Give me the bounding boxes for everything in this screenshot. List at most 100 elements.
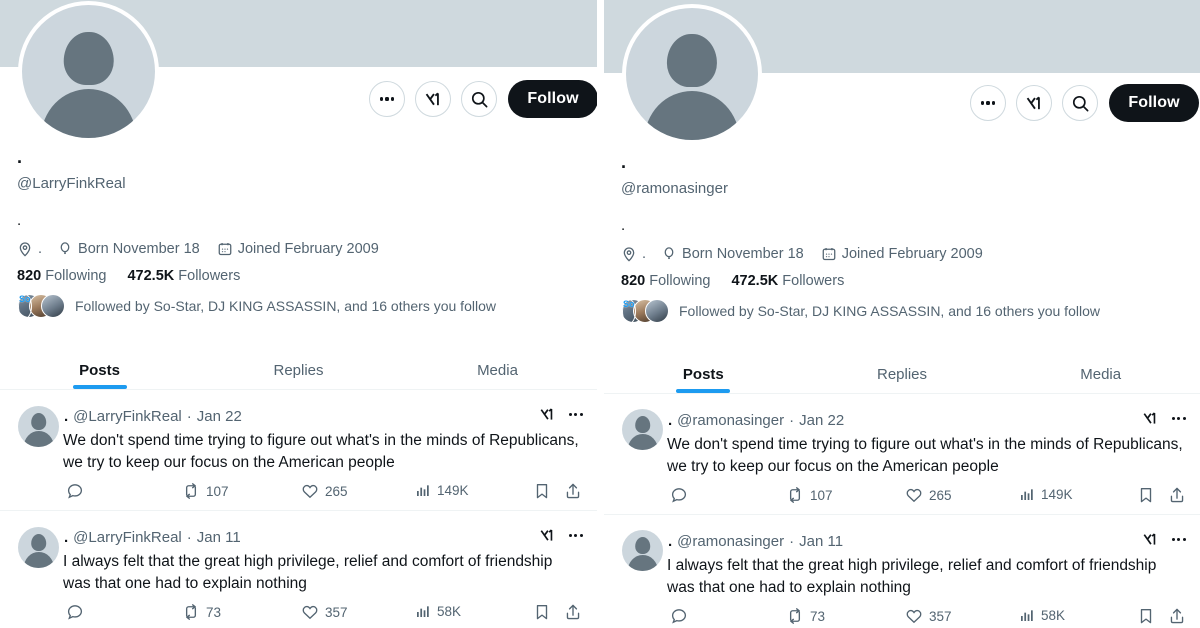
following-count-link[interactable]: 820 Following: [621, 273, 710, 289]
tweet-share-action[interactable]: [1168, 607, 1186, 625]
heart-icon: [906, 609, 922, 624]
profile-display-name: .: [621, 152, 627, 172]
follow-button[interactable]: Follow: [508, 80, 597, 118]
grok-x-icon[interactable]: [1142, 531, 1159, 548]
profile-handle: @LarryFinkReal: [17, 175, 126, 192]
tweet-author-handle[interactable]: @ramonasinger: [677, 533, 784, 550]
grok-x-icon[interactable]: [539, 527, 556, 544]
tweet-views-action[interactable]: 58K: [1019, 607, 1065, 623]
profile-panel-left: Follow . @LarryFinkReal . . Born Novembe…: [0, 0, 597, 628]
tweet-author-handle[interactable]: @ramonasinger: [677, 412, 784, 429]
tab-replies[interactable]: Replies: [803, 355, 1002, 393]
tweet-header-actions: [539, 527, 583, 544]
tweet-share-action[interactable]: [564, 603, 582, 621]
tweet-more-icon[interactable]: [568, 533, 583, 538]
tweet-separator: ·: [789, 533, 795, 550]
tweet-bookmark-action[interactable]: [1137, 607, 1155, 625]
tweet-like-action[interactable]: 265: [905, 486, 952, 504]
followers-count-link[interactable]: 472.5K Followers: [127, 268, 240, 284]
tweet-separator: ·: [186, 408, 192, 425]
retweet-icon: [185, 483, 197, 499]
tweet-bookmark-action[interactable]: [1137, 486, 1155, 504]
followers-count-link[interactable]: 472.5K Followers: [731, 273, 844, 289]
tweet-retweet-count: 107: [206, 483, 229, 499]
tweet-bookmark-action[interactable]: [533, 603, 551, 621]
profile-bio: .: [621, 216, 626, 234]
tweet-views-action[interactable]: 149K: [415, 482, 469, 498]
tweet-views-action[interactable]: 149K: [1019, 486, 1073, 502]
tweet-retweet-action[interactable]: 73: [182, 603, 221, 621]
tweet-bookmark-action[interactable]: [533, 482, 551, 500]
reply-icon: [67, 484, 83, 499]
calendar-icon: [218, 242, 232, 255]
tweet-more-icon[interactable]: [1171, 416, 1186, 421]
screenshot-root: Follow . @LarryFinkReal . . Born Novembe…: [0, 0, 1200, 628]
search-button[interactable]: [1062, 85, 1098, 121]
tweet-reply-action[interactable]: [670, 607, 694, 625]
tab-posts[interactable]: Posts: [0, 351, 199, 389]
tweet-author-avatar[interactable]: [622, 530, 663, 571]
tweet-retweet-action[interactable]: 107: [786, 486, 833, 504]
tweet-reply-action[interactable]: [670, 486, 694, 504]
profile-avatar[interactable]: [18, 1, 159, 142]
tweet-like-action[interactable]: 357: [301, 603, 348, 621]
tweet-share-action[interactable]: [564, 482, 582, 500]
tab-media-label: Media: [1080, 365, 1122, 383]
grok-button[interactable]: [415, 81, 451, 117]
more-options-button[interactable]: [970, 85, 1006, 121]
tab-posts[interactable]: Posts: [604, 355, 803, 393]
tweet-share-action[interactable]: [1168, 486, 1186, 504]
tweet-item[interactable]: . @LarryFinkReal · Jan 22 We don't spend…: [0, 390, 597, 510]
tweet-reply-action[interactable]: [66, 482, 90, 500]
tweet-views-action[interactable]: 58K: [415, 603, 461, 619]
following-count-value: 820: [17, 267, 42, 284]
tab-posts-label: Posts: [682, 365, 724, 383]
more-options-button[interactable]: [369, 81, 405, 117]
followed-by-row[interactable]: So Followed by So-Star, DJ KING ASSASSIN…: [17, 293, 587, 319]
avatar-head-shape: [63, 31, 114, 85]
tweet-author-handle[interactable]: @LarryFinkReal: [73, 529, 182, 546]
tweet-author-handle[interactable]: @LarryFinkReal: [73, 408, 182, 425]
tweet-header-actions: [1142, 410, 1186, 427]
tweet-more-icon[interactable]: [1171, 537, 1186, 542]
followed-by-row[interactable]: So Followed by So-Star, DJ KING ASSASSIN…: [621, 298, 1191, 324]
tweet-reply-action[interactable]: [66, 603, 90, 621]
tweet-date[interactable]: Jan 22: [799, 412, 844, 429]
avatar-placeholder-image: [626, 8, 758, 140]
more-horizontal-icon: [980, 101, 996, 105]
tweet-retweet-action[interactable]: 107: [182, 482, 229, 500]
tweet-date[interactable]: Jan 11: [799, 533, 843, 550]
tweet-like-action[interactable]: 265: [301, 482, 348, 500]
follow-button[interactable]: Follow: [1109, 84, 1199, 122]
tweet-author-name[interactable]: .: [64, 408, 68, 425]
grok-button[interactable]: [1016, 85, 1052, 121]
tweet-more-icon[interactable]: [568, 412, 583, 417]
profile-avatar[interactable]: [622, 4, 762, 144]
tab-replies[interactable]: Replies: [199, 351, 398, 389]
tab-replies-label: Replies: [876, 365, 928, 383]
search-button[interactable]: [461, 81, 497, 117]
tweet-author-avatar[interactable]: [18, 406, 59, 447]
tweet-author-name[interactable]: .: [668, 412, 672, 429]
tweet-item[interactable]: . @LarryFinkReal · Jan 11 I always felt …: [0, 511, 597, 628]
tab-media[interactable]: Media: [1001, 355, 1200, 393]
tweet-date[interactable]: Jan 11: [197, 529, 241, 546]
tweet-retweet-action[interactable]: 73: [786, 607, 825, 625]
tab-media[interactable]: Media: [398, 351, 597, 389]
tweet-date[interactable]: Jan 22: [197, 408, 242, 425]
tweet-author-name[interactable]: .: [668, 533, 672, 550]
tweet-item[interactable]: . @ramonasinger · Jan 22 We don't spend …: [604, 394, 1200, 514]
tweet-like-action[interactable]: 357: [905, 607, 952, 625]
tweet-author-avatar[interactable]: [18, 527, 59, 568]
grok-x-icon[interactable]: [1142, 410, 1159, 427]
following-count-link[interactable]: 820 Following: [17, 268, 106, 284]
grok-x-icon[interactable]: [539, 406, 556, 423]
profile-joined-text: Joined February 2009: [841, 245, 983, 262]
bookmark-icon: [536, 605, 548, 620]
tweet-item[interactable]: . @ramonasinger · Jan 11 I always felt t…: [604, 515, 1200, 628]
tweet-author-name[interactable]: .: [64, 529, 68, 546]
tweet-author-avatar[interactable]: [622, 409, 663, 450]
profile-joined: Joined February 2009: [217, 241, 379, 257]
search-icon: [471, 91, 487, 107]
analytics-bars-icon: [1021, 489, 1033, 500]
